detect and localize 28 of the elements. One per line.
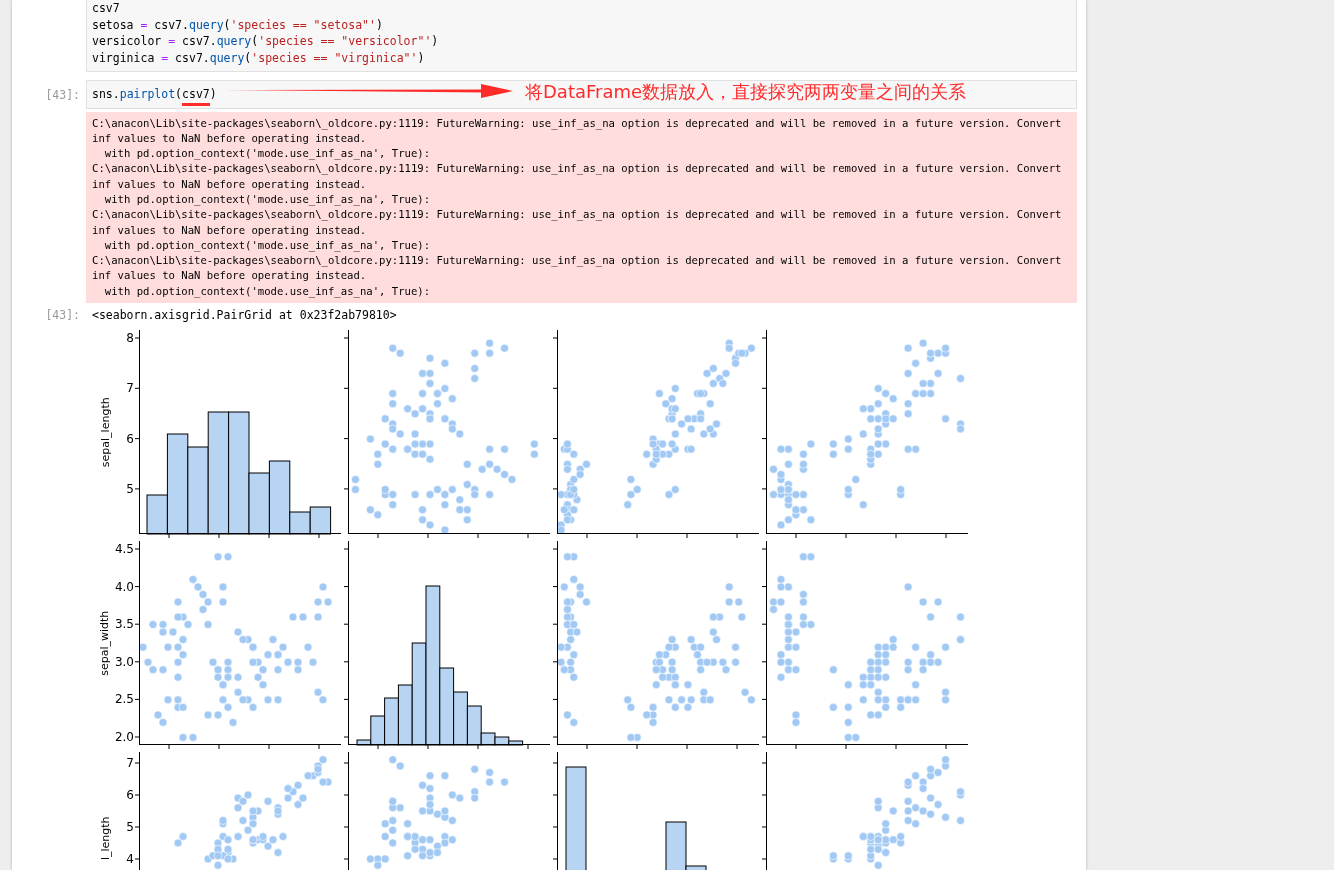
warning-output: C:\anacon\Lib\site-packages\seaborn\_oldcore.py:1119: FutureWarning: use_inf_as_na option is deprecated and will be removed in a future version. Convert inf values to NaN before operating instead. with pd.option_context('mode.use_inf_as_na', True): C:\anacon\Lib\site-packages\seaborn\_oldcore.py:1119: FutureWarning: use_inf_as_na option is deprecated and will be removed in a future version. Convert inf values to NaN before operating instead. with pd.option_context('mode.use_inf_as_na', True): C:\anacon\Lib\site-packages\seaborn\_oldcore.py:1119: FutureWarning: use_inf_as_na option is deprecated and will be removed in a future version. Convert inf values to NaN before operating instead. with pd.option_context('mode.use_inf_as_na', True): C:\anacon\Lib\site-packages\seaborn\_oldcore.py:1119: FutureWarning: use_inf_as_na option is deprecated and will be removed in a future version. Convert inf values to NaN before operating instead. with pd.option_context('mode.use_inf_as_na', True): [86, 111, 1077, 304]
code-line: setosa = csv7.query('species == "setosa"') [92, 16, 384, 33]
tick-label: 2.0 [114, 730, 134, 745]
histogram-bar [309, 506, 332, 535]
tick-label: 4 [126, 852, 134, 867]
code-line: virginica = csv7.query('species == "virginica"') [92, 49, 426, 66]
tick-label: 6 [126, 788, 134, 803]
axis-label: sepal_width [97, 610, 113, 676]
tick-label: 5 [126, 820, 134, 835]
tick-label: 3.5 [114, 617, 134, 632]
tick-label: 4.0 [114, 579, 134, 594]
output-text: <seaborn.axisgrid.PairGrid at 0x23f2ab79810> [91, 307, 397, 324]
tick-label: 7 [126, 381, 134, 396]
tick-label: 8 [126, 331, 134, 346]
tick-label: 2.5 [114, 692, 134, 707]
tick-label: 4.5 [114, 542, 134, 557]
tick-label: 3.0 [114, 654, 134, 669]
code-line: csv7 [92, 0, 121, 17]
tick-label: 7 [126, 756, 134, 771]
cell-prompt: [43]: [44, 87, 81, 104]
code-input[interactable]: csv7 setosa = csv7.query('species == "setosa"') versicolor = csv7.query('species == "versicolor"') virginica = csv7.query('species == "virginica"') [86, 0, 1077, 72]
tick-label: 5 [126, 481, 134, 496]
code-line: versicolor = csv7.query('species == "versicolor"') [92, 33, 440, 50]
annotation-text: 将DataFrame数据放入，直接探究两两变量之间的关系 [525, 80, 967, 104]
axis-label: l_length [97, 816, 113, 860]
output-prompt: [43]: [44, 307, 81, 324]
tick-label: 6 [126, 431, 134, 446]
axis-label: sepal_length [97, 397, 113, 467]
